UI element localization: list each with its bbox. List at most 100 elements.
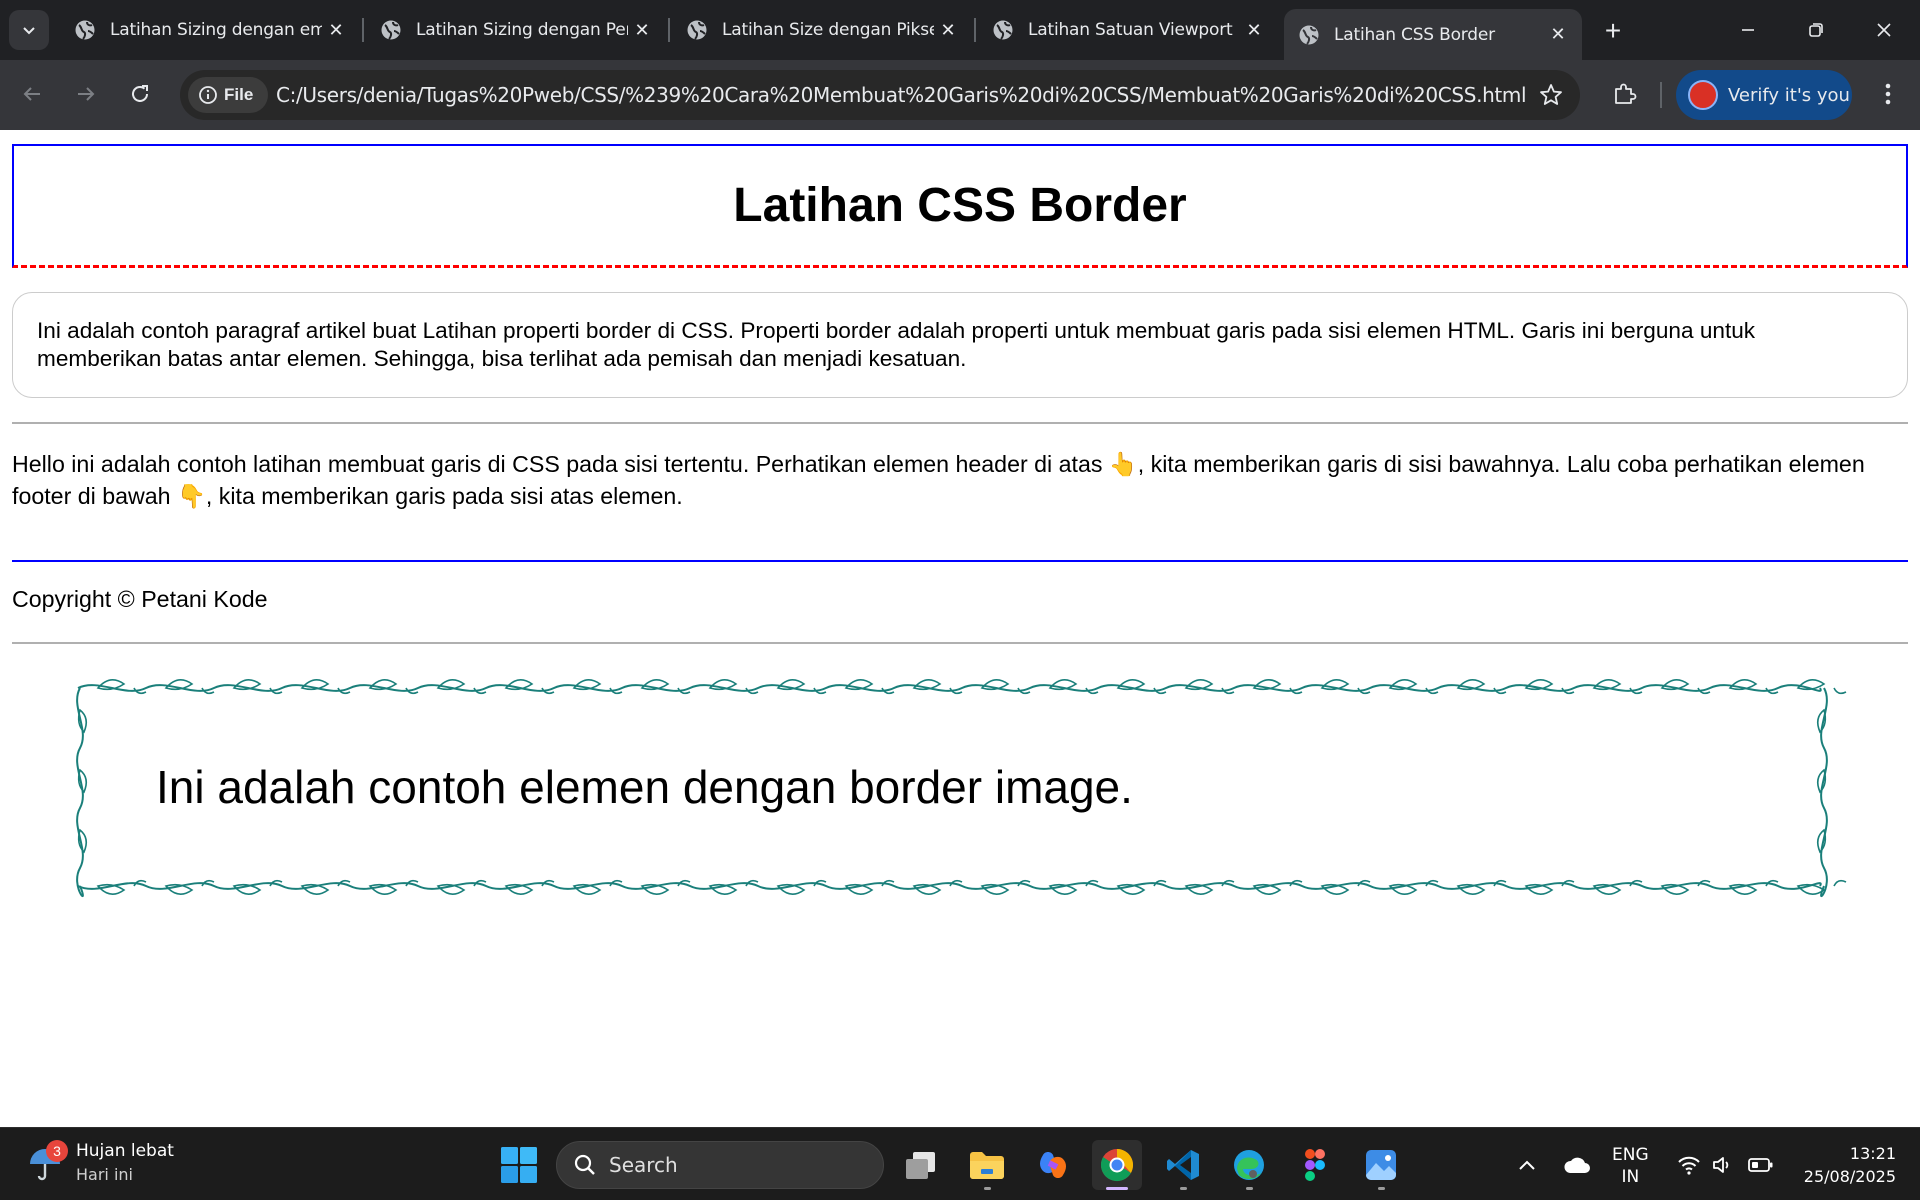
star-icon: [1540, 84, 1562, 105]
address-bar[interactable]: File C:/Users/denia/Tugas%20Pweb/CSS/%23…: [180, 70, 1580, 120]
battery-icon: [1748, 1157, 1773, 1172]
photos-icon: [1366, 1150, 1396, 1180]
chevron-up-icon: [1519, 1160, 1535, 1170]
restore-button[interactable]: [1782, 0, 1850, 60]
close-icon[interactable]: ✕: [1544, 21, 1572, 49]
arrow-right-icon: [78, 87, 95, 101]
wifi-status[interactable]: [1674, 1128, 1704, 1200]
tab-title: Latihan Size dengan Piksel: [722, 20, 934, 40]
chevron-down-icon: [23, 27, 35, 35]
system-clock[interactable]: 13:21 25/08/2025: [1796, 1142, 1896, 1188]
input-language[interactable]: ENG IN: [1612, 1144, 1649, 1188]
forward-button[interactable]: [66, 74, 106, 114]
clock-time: 13:21: [1849, 1144, 1896, 1163]
umbrella-icon: 3: [24, 1140, 68, 1184]
back-button[interactable]: [12, 74, 52, 114]
taskbar-search[interactable]: Search: [556, 1141, 884, 1189]
tab-5-active[interactable]: Latihan CSS Border ✕: [1284, 9, 1582, 60]
site-info-chip[interactable]: File: [188, 77, 268, 113]
weather-widget[interactable]: 3 Hujan lebat Hari ini: [24, 1140, 174, 1186]
task-view-button[interactable]: [896, 1140, 946, 1190]
vscode-button[interactable]: [1158, 1140, 1208, 1190]
file-explorer-button[interactable]: [962, 1140, 1012, 1190]
onedrive-button[interactable]: [1560, 1128, 1594, 1200]
minimize-icon: [1742, 29, 1754, 31]
tab-divider: [974, 18, 976, 42]
windows-taskbar: 3 Hujan lebat Hari ini Search ENG IN 13:…: [0, 1127, 1920, 1200]
browser-menu-button[interactable]: [1868, 74, 1908, 114]
weather-text: Hujan lebat Hari ini: [76, 1140, 174, 1186]
start-button[interactable]: [500, 1146, 538, 1184]
weather-title: Hujan lebat: [76, 1141, 174, 1161]
reload-icon: [132, 85, 148, 102]
page-header: Latihan CSS Border: [12, 144, 1908, 268]
copilot-icon: [1040, 1152, 1066, 1178]
vscode-icon: [1167, 1150, 1199, 1180]
puzzle-icon: [1615, 83, 1637, 104]
page-footer: Copyright © Petani Kode: [12, 560, 1908, 644]
figma-button[interactable]: [1290, 1140, 1340, 1190]
article-paragraph: Ini adalah contoh paragraf artikel buat …: [37, 318, 1756, 371]
wifi-icon: [1678, 1156, 1700, 1175]
close-icon[interactable]: ✕: [1240, 16, 1268, 44]
tab-title: Latihan Satuan Viewport: [1028, 20, 1233, 40]
folder-icon: [970, 1152, 1004, 1179]
section-text-3: , kita memberikan garis pada sisi atas e…: [205, 483, 683, 509]
tab-title: Latihan Sizing dengan em: [110, 20, 322, 40]
tab-strip: Latihan Sizing dengan em ✕ Latihan Sizin…: [0, 0, 1920, 60]
section-paragraph: Hello ini adalah contoh latihan membuat …: [12, 448, 1912, 512]
chrome-icon: [1100, 1149, 1134, 1182]
volume-status[interactable]: [1708, 1128, 1738, 1200]
minimize-button[interactable]: [1714, 0, 1782, 60]
new-tab-button[interactable]: +: [1597, 15, 1629, 47]
divider-top: [12, 422, 1908, 424]
pointing-up-emoji: 👆: [1108, 451, 1138, 477]
show-hidden-icons-button[interactable]: [1512, 1128, 1542, 1200]
verify-profile-button[interactable]: Verify it's you: [1676, 70, 1852, 120]
windows-logo-icon: [501, 1147, 537, 1183]
tab-title: Latihan Sizing dengan Persen: [416, 20, 628, 40]
tab-2[interactable]: Latihan Sizing dengan Persen ✕: [366, 9, 666, 51]
tab-1[interactable]: Latihan Sizing dengan em ✕: [60, 9, 360, 51]
close-icon[interactable]: ✕: [322, 16, 350, 44]
battery-status[interactable]: [1744, 1128, 1778, 1200]
kebab-menu-icon: [1885, 83, 1891, 105]
globe-icon: [75, 20, 95, 40]
web-page: Latihan CSS Border Ini adalah contoh par…: [0, 130, 1920, 1127]
figma-icon: [1305, 1149, 1325, 1181]
extensions-button[interactable]: [1604, 74, 1644, 114]
weather-subtitle: Hari ini: [76, 1165, 133, 1184]
browser-toolbar: File C:/Users/denia/Tugas%20Pweb/CSS/%23…: [0, 60, 1920, 130]
close-icon[interactable]: ✕: [628, 16, 656, 44]
photos-button[interactable]: [1356, 1140, 1406, 1190]
page-title: Latihan CSS Border: [733, 179, 1187, 232]
tab-4[interactable]: Latihan Satuan Viewport ✕: [978, 9, 1278, 51]
edge-button[interactable]: [1224, 1140, 1274, 1190]
restore-icon: [1809, 23, 1823, 37]
tab-title: Latihan CSS Border: [1334, 24, 1495, 45]
close-window-button[interactable]: [1850, 0, 1918, 60]
reload-button[interactable]: [120, 74, 160, 114]
globe-icon: [381, 20, 401, 40]
running-indicator: [1106, 1187, 1128, 1190]
close-icon: [1877, 23, 1891, 37]
article-box: Ini adalah contoh paragraf artikel buat …: [12, 292, 1908, 398]
running-indicator: [984, 1187, 991, 1190]
lang-top: ENG: [1612, 1145, 1649, 1165]
copyright-text: Copyright © Petani Kode: [12, 586, 268, 612]
border-image-text: Ini adalah contoh elemen dengan border i…: [156, 761, 1133, 813]
url-text[interactable]: C:/Users/denia/Tugas%20Pweb/CSS/%239%20C…: [276, 83, 1527, 107]
bookmark-button[interactable]: [1538, 82, 1564, 113]
scheme-label: File: [224, 85, 254, 104]
verify-label: Verify it's you: [1728, 84, 1850, 106]
tab-search-button[interactable]: [9, 10, 49, 50]
tab-3[interactable]: Latihan Size dengan Piksel ✕: [672, 9, 972, 51]
avatar: [1688, 80, 1718, 110]
search-icon: [574, 1154, 595, 1175]
edge-icon: [1234, 1150, 1264, 1180]
tab-divider: [668, 18, 670, 42]
copilot-button[interactable]: [1028, 1140, 1078, 1190]
chrome-button[interactable]: [1092, 1140, 1142, 1190]
globe-icon: [687, 20, 707, 40]
close-icon[interactable]: ✕: [934, 16, 962, 44]
